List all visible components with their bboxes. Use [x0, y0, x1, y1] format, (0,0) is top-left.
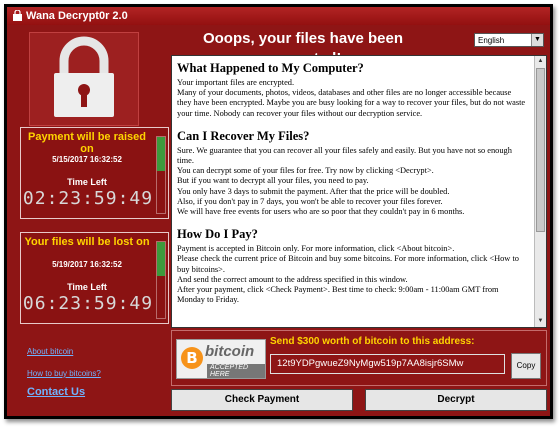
section-paragraph: Sure. We guarantee that you can recover … — [177, 145, 512, 217]
time-left-label: Time Left — [67, 177, 107, 187]
accepted-here-tag: ACCEPTED HERE — [207, 364, 265, 378]
language-select[interactable]: English ▼ — [474, 33, 544, 47]
padlock-icon — [54, 36, 114, 117]
padlock-image — [29, 32, 139, 126]
screenshot-frame: Wana Decrypt0r 2.0 Ooops, your files hav… — [4, 4, 553, 419]
files-lost-timer: Your files will be lost on 5/19/2017 16:… — [20, 232, 169, 324]
language-selected: English — [478, 36, 505, 45]
check-payment-button[interactable]: Check Payment — [171, 389, 353, 411]
timer-label: Your files will be lost on — [24, 236, 150, 248]
time-left-label: Time Left — [67, 282, 107, 292]
decrypt-button[interactable]: Decrypt — [365, 389, 547, 411]
payment-raise-timer: Payment will be raised on 5/15/2017 16:3… — [20, 127, 169, 219]
scroll-down-icon[interactable]: ▼ — [535, 316, 546, 327]
how-to-buy-link[interactable]: How to buy bitcoins? — [27, 369, 101, 378]
countdown-display: 06:23:59:49 — [22, 293, 154, 314]
bitcoin-wordmark: bitcoin — [205, 343, 255, 360]
countdown-display: 02:23:59:49 — [22, 188, 154, 209]
section-heading: What Happened to My Computer? — [177, 61, 364, 75]
timer-label: Payment will be raised on — [28, 131, 146, 155]
bitcoin-icon: B — [181, 347, 203, 369]
bitcoin-address-field[interactable]: 12t9YDPgwueZ9NyMgw519p7AA8isjr6SMw — [270, 354, 505, 374]
contact-us-link[interactable]: Contact Us — [27, 386, 85, 398]
section-heading: Can I Recover My Files? — [177, 128, 310, 143]
progress-bar — [156, 136, 166, 214]
section-paragraph: Payment is accepted in Bitcoin only. For… — [177, 244, 519, 305]
timer-date: 5/19/2017 16:32:52 — [52, 260, 122, 269]
scroll-up-icon[interactable]: ▲ — [535, 56, 546, 67]
bitcoin-logo: B bitcoin ACCEPTED HERE — [176, 339, 266, 379]
timer-date: 5/15/2017 16:32:52 — [52, 155, 122, 164]
ransom-note-text[interactable]: What Happened to My Computer? Your import… — [171, 55, 547, 328]
section-paragraph: Your important files are encrypted. Many… — [177, 78, 526, 118]
wana-decryptor-window: Wana Decrypt0r 2.0 Ooops, your files hav… — [7, 7, 550, 416]
scroll-thumb[interactable] — [536, 68, 545, 232]
progress-bar — [156, 241, 166, 319]
app-icon — [13, 10, 22, 21]
chevron-down-icon[interactable]: ▼ — [531, 34, 543, 46]
window-title: Wana Decrypt0r 2.0 — [26, 10, 128, 22]
note-content: What Happened to My Computer? Your import… — [177, 58, 527, 315]
title-bar[interactable]: Wana Decrypt0r 2.0 — [7, 7, 550, 25]
payment-panel: B bitcoin ACCEPTED HERE Send $300 worth … — [171, 330, 547, 386]
check-payment-label: Check Payment — [224, 394, 300, 405]
send-instruction: Send $300 worth of bitcoin to this addre… — [270, 336, 475, 347]
section-heading: How Do I Pay? — [177, 227, 258, 242]
copy-button[interactable]: Copy — [511, 353, 541, 379]
decrypt-label: Decrypt — [437, 394, 475, 405]
about-bitcoin-link[interactable]: About bitcoin — [27, 347, 73, 356]
vertical-scrollbar[interactable]: ▲ ▼ — [534, 56, 546, 327]
